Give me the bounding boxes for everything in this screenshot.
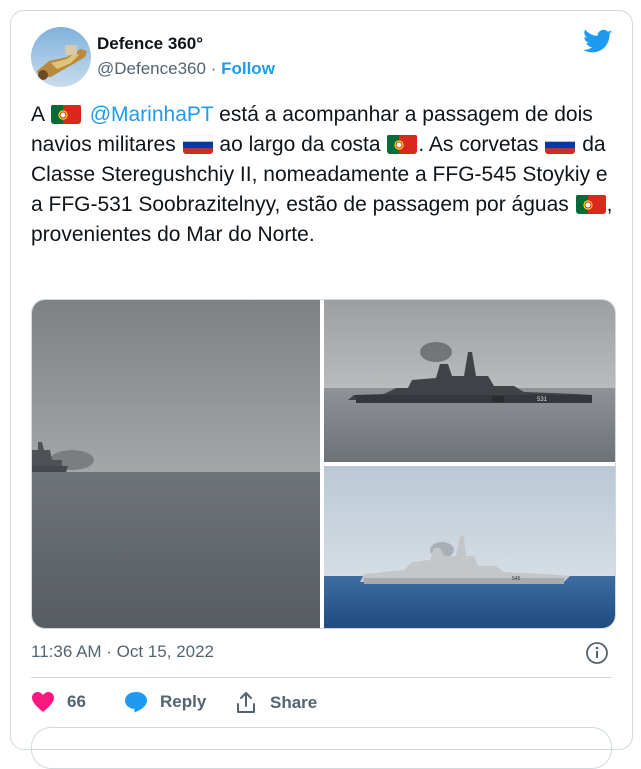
twitter-bird-icon[interactable]	[583, 29, 613, 55]
tweet-text: A @MarinhaPT está a acompanhar a passage…	[31, 100, 616, 250]
like-button[interactable]: 66	[31, 691, 86, 713]
heart-icon	[32, 692, 54, 712]
reply-button[interactable]: Reply	[124, 691, 206, 713]
tweet-text-part: . As corvetas	[418, 133, 545, 156]
tweet-timestamp[interactable]: 11:36 AM · Oct 15, 2022	[31, 642, 214, 662]
author-handle[interactable]: @Defence360	[97, 59, 206, 78]
mention-link[interactable]: @MarinhaPT	[90, 103, 214, 126]
russia-flag-icon	[182, 134, 213, 154]
author-name[interactable]: Defence 360°	[97, 34, 203, 54]
divider	[31, 677, 612, 678]
separator: ·	[210, 59, 217, 78]
tweet-text-part: A	[31, 103, 50, 126]
tweet-text-part: ao largo da costa	[213, 133, 387, 156]
reply-icon	[125, 692, 147, 713]
likes-count: 66	[67, 692, 86, 711]
share-icon	[237, 692, 255, 713]
author-handle-row: @Defence360 · Follow	[97, 59, 275, 79]
tweet-card: Defence 360° @Defence360 · Follow A @Mar…	[10, 10, 633, 769]
photo-ship-545[interactable]: 545	[324, 466, 615, 628]
portugal-flag-icon	[575, 194, 606, 214]
avatar[interactable]	[31, 27, 91, 87]
portugal-flag-icon	[50, 104, 81, 124]
portugal-flag-icon	[387, 134, 418, 154]
russia-flag-icon	[545, 134, 576, 154]
media-grid: 531 545	[31, 299, 616, 629]
photo-ship-distant[interactable]	[32, 300, 320, 628]
read-replies-pill[interactable]	[31, 727, 612, 769]
photo-ship-531[interactable]: 531	[324, 300, 615, 462]
reply-label: Reply	[160, 692, 207, 711]
share-label: Share	[270, 693, 318, 712]
hull-number-545: 545	[512, 576, 521, 582]
share-button[interactable]: Share	[234, 691, 317, 715]
hull-number-531: 531	[537, 397, 548, 403]
info-icon[interactable]	[585, 641, 609, 665]
follow-button[interactable]: Follow	[221, 59, 275, 78]
